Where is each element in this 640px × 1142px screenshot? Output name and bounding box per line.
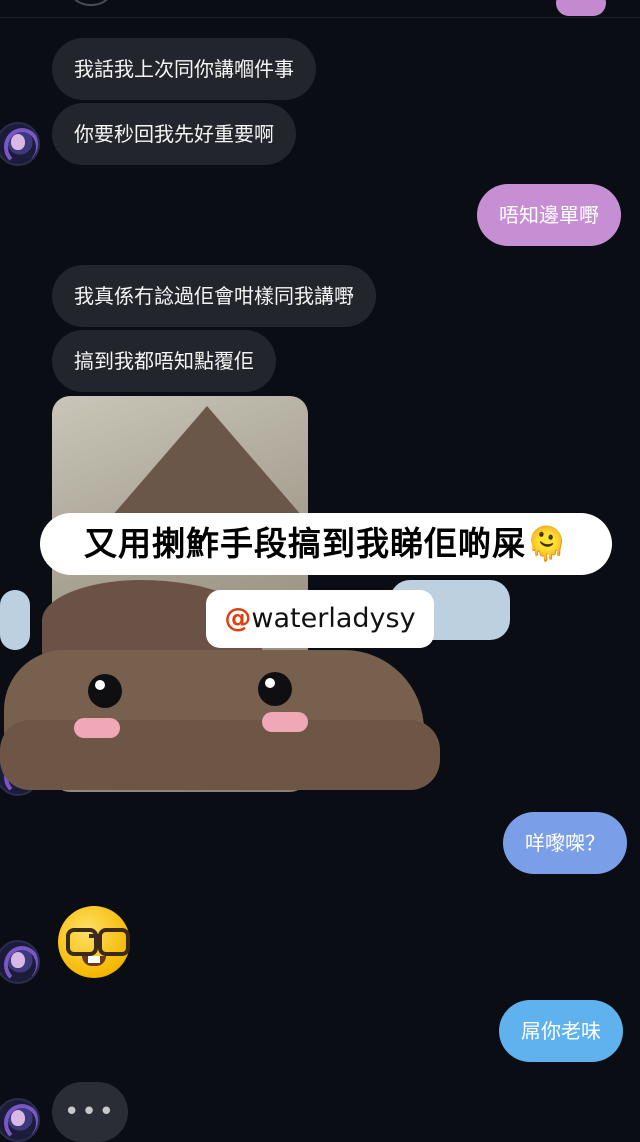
poop-right-eye bbox=[258, 672, 292, 706]
message-text: 我話我上次同你講嗰件事 bbox=[74, 57, 294, 81]
poop-left-eye bbox=[88, 674, 122, 708]
overlay-caption: 又用揦鮓手段搞到我睇佢啲屎🫠 bbox=[40, 513, 612, 575]
avatar-icon[interactable] bbox=[0, 1098, 40, 1142]
message-text: 搞到我都唔知點覆佢 bbox=[74, 349, 254, 373]
typing-dots: ••• bbox=[63, 1097, 116, 1127]
previous-outgoing-bubble-edge bbox=[556, 0, 606, 16]
avatar-face bbox=[11, 1110, 25, 1126]
poop-left-cheek bbox=[74, 718, 120, 738]
avatar-icon[interactable] bbox=[0, 122, 40, 166]
poop-bottom-tier bbox=[0, 720, 440, 790]
message-text: 唔知邊單嘢 bbox=[499, 203, 599, 227]
avatar-face bbox=[11, 134, 25, 150]
incoming-message-bubble[interactable]: 你要秒回我先好重要啊 bbox=[52, 103, 296, 165]
emoji-teeth bbox=[88, 956, 100, 963]
caption-text: 又用揦鮓手段搞到我睇佢啲屎🫠 bbox=[83, 524, 569, 563]
outgoing-message-bubble[interactable]: 咩嚟㗎？ bbox=[503, 812, 627, 874]
left-wing-shape bbox=[0, 590, 30, 650]
avatar-icon[interactable] bbox=[0, 940, 40, 984]
message-text: 咩嚟㗎？ bbox=[525, 831, 605, 855]
threads-logo-icon: @ bbox=[224, 603, 252, 634]
incoming-message-bubble[interactable]: 搞到我都唔知點覆佢 bbox=[52, 330, 276, 392]
outgoing-message-bubble[interactable]: 唔知邊單嘢 bbox=[477, 184, 621, 246]
message-text: 我真係冇諗過佢會咁樣同我講嘢 bbox=[74, 284, 354, 308]
avatar-face bbox=[11, 952, 25, 968]
photo-roof-shape bbox=[112, 406, 302, 516]
typing-indicator-icon: ••• bbox=[52, 1082, 128, 1142]
message-text: 你要秒回我先好重要啊 bbox=[74, 122, 274, 146]
incoming-message-bubble[interactable]: 我話我上次同你講嗰件事 bbox=[52, 38, 316, 100]
previous-avatar-edge bbox=[66, 0, 116, 6]
nerd-face-emoji-icon[interactable] bbox=[58, 906, 130, 978]
threads-handle-tag[interactable]: @waterladysy bbox=[206, 590, 434, 648]
poop-right-cheek bbox=[262, 712, 308, 732]
glasses-right-lens bbox=[98, 928, 130, 956]
header-divider bbox=[0, 17, 640, 18]
handle-text: waterladysy bbox=[251, 603, 416, 634]
outgoing-message-bubble[interactable]: 屌你老味 bbox=[499, 1000, 623, 1062]
incoming-message-bubble[interactable]: 我真係冇諗過佢會咁樣同我講嘢 bbox=[52, 265, 376, 327]
glasses-left-lens bbox=[66, 928, 98, 956]
message-text: 屌你老味 bbox=[521, 1019, 601, 1043]
